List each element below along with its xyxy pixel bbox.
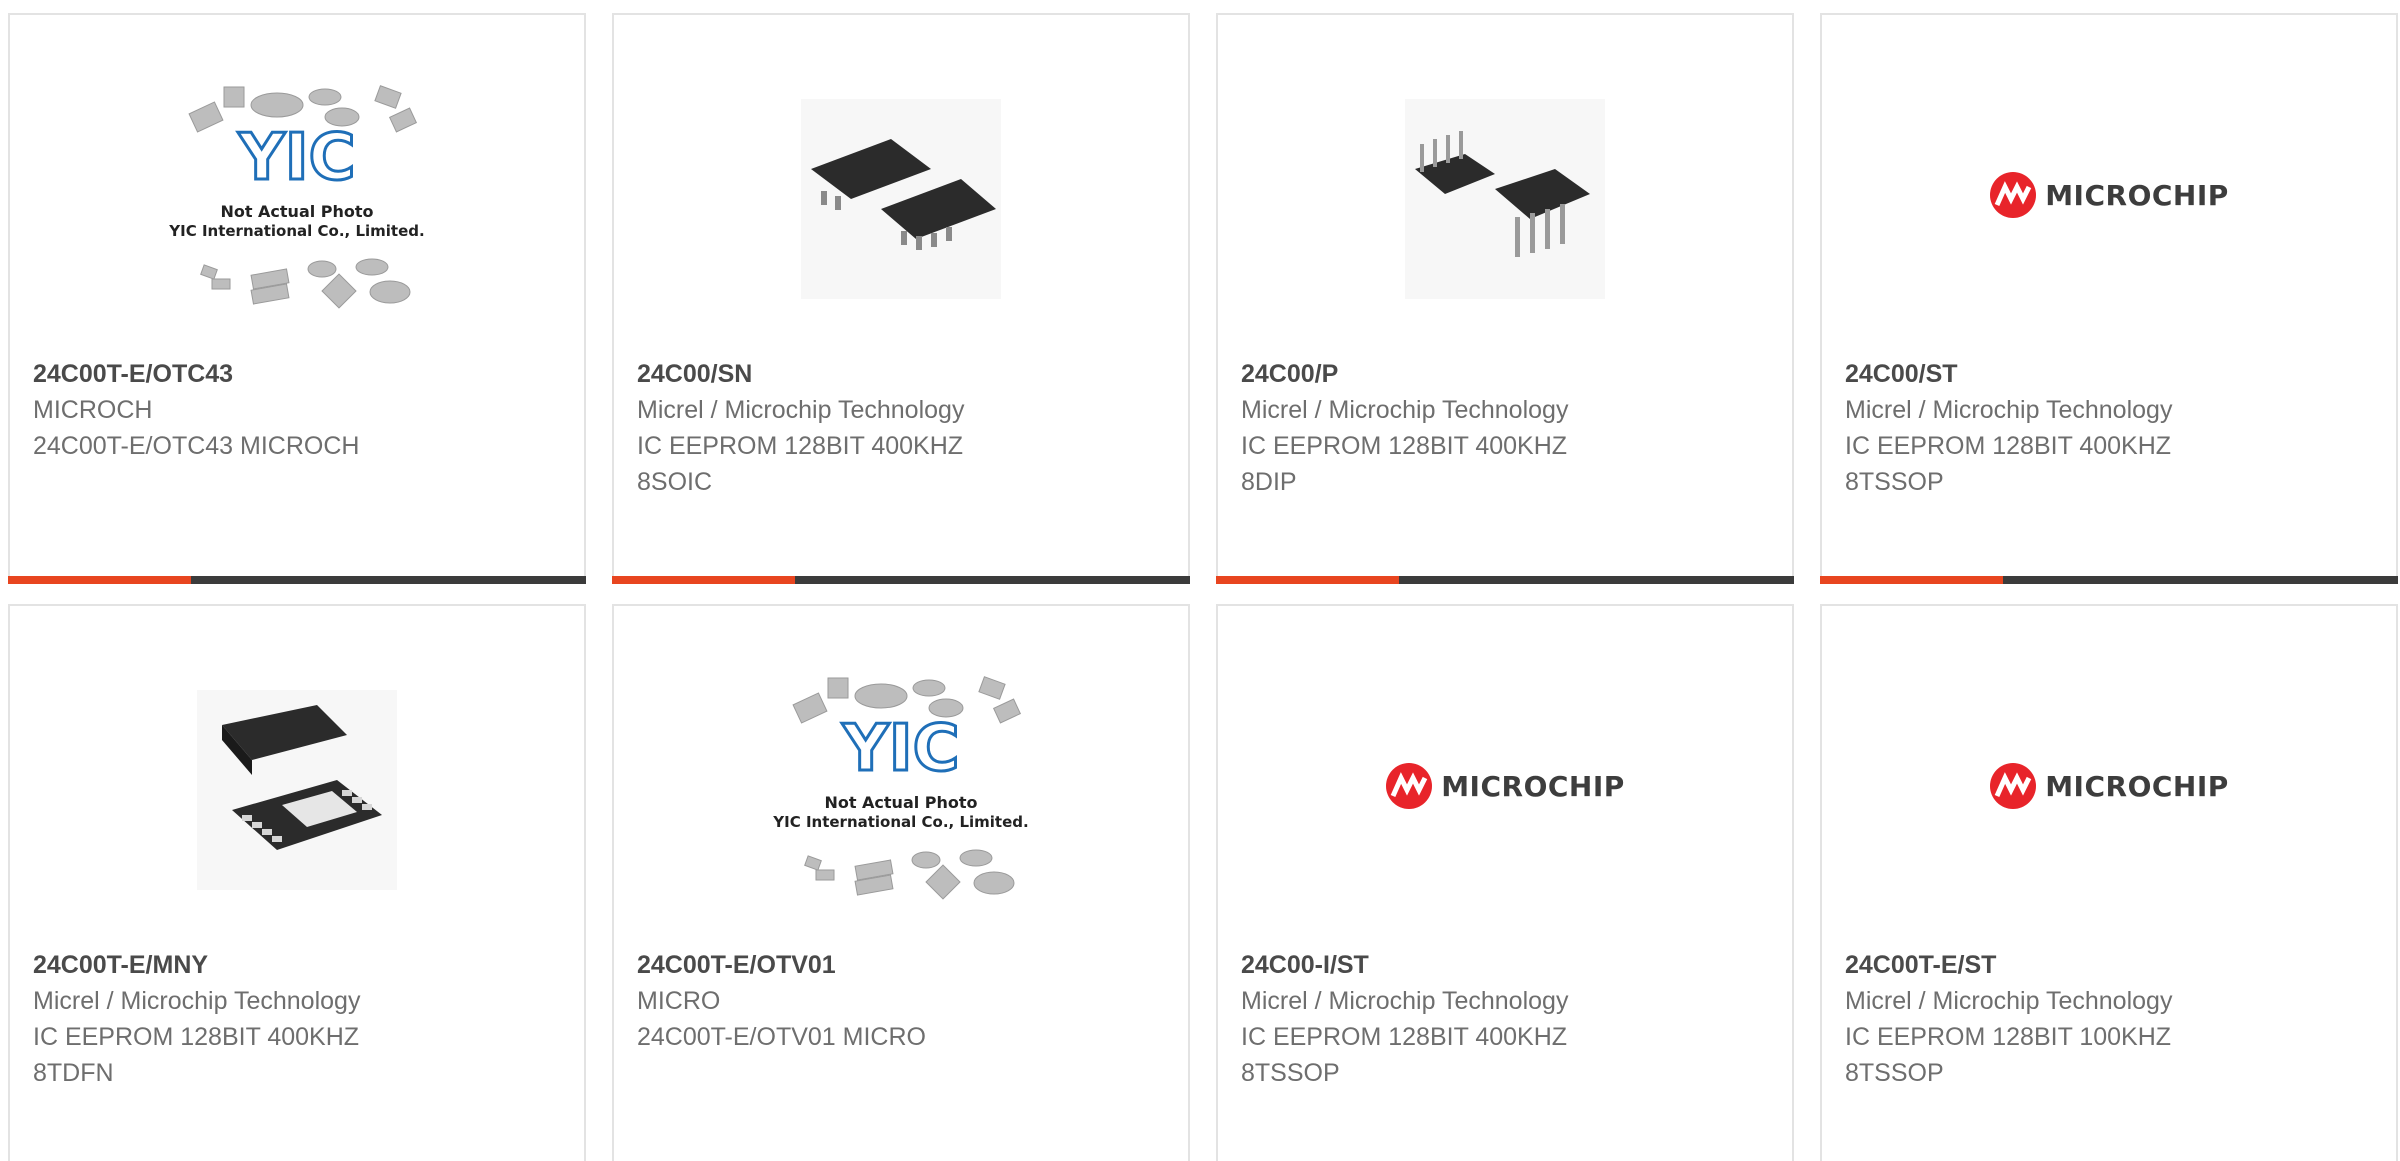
product-card[interactable]: MICROCHIP 24C00-I/ST Micrel / Microchip …	[1216, 604, 1794, 1161]
product-manufacturer: Micrel / Microchip Technology	[1845, 396, 2173, 424]
product-description: IC EEPROM 128BIT 400KHZ 8SOIC	[637, 432, 964, 496]
product-description: IC EEPROM 128BIT 100KHZ 8TSSOP	[1845, 1023, 2172, 1087]
svg-text:YIC: YIC	[841, 712, 959, 786]
soic-chip-photo	[801, 99, 1001, 299]
microchip-logo: MICROCHIP	[1989, 171, 2229, 219]
product-manufacturer: Micrel / Microchip Technology	[1241, 987, 1569, 1015]
svg-text:Not Actual Photo: Not Actual Photo	[824, 793, 977, 812]
product-image[interactable]: MICROCHIP	[1218, 658, 1792, 948]
soic-chip-icon	[811, 139, 996, 250]
svg-text:YIC International Co., Limited: YIC International Co., Limited.	[168, 222, 424, 240]
product-part-number[interactable]: 24C00/SN	[637, 356, 1178, 392]
card-accent-bar	[1820, 576, 2398, 584]
product-card[interactable]: 24C00/SN Micrel / Microchip Technology I…	[612, 13, 1190, 584]
product-part-number[interactable]: 24C00T-E/ST	[1845, 947, 2386, 983]
microchip-logo-icon	[1990, 172, 2037, 218]
product-image[interactable]: YIC Not Actual Photo YIC International C…	[10, 67, 584, 357]
product-manufacturer: MICROCH	[33, 396, 153, 424]
product-part-number[interactable]: 24C00T-E/OTV01	[637, 947, 1178, 983]
microchip-logo-text: MICROCHIP	[2045, 178, 2229, 212]
product-part-number[interactable]: 24C00T-E/OTC43	[33, 356, 574, 392]
product-card[interactable]: MICROCHIP 24C00T-E/ST Micrel / Microchip…	[1820, 604, 2398, 1161]
microchip-logo: MICROCHIP	[1989, 762, 2229, 810]
product-part-number[interactable]: 24C00T-E/MNY	[33, 947, 574, 983]
yic-placeholder-image: YIC Not Actual Photo YIC International C…	[766, 658, 1036, 908]
svg-text:YIC International Co., Limited: YIC International Co., Limited.	[772, 813, 1028, 831]
product-card[interactable]: 24C00/P Micrel / Microchip Technology IC…	[1216, 13, 1794, 584]
product-card[interactable]: YIC Not Actual Photo YIC International C…	[612, 604, 1190, 1161]
dip-chip-photo	[1405, 99, 1605, 299]
product-image[interactable]	[614, 67, 1188, 357]
product-image[interactable]	[1218, 67, 1792, 357]
product-image[interactable]	[10, 658, 584, 948]
product-image[interactable]: MICROCHIP	[1822, 67, 2396, 357]
svg-text:Not Actual Photo: Not Actual Photo	[220, 202, 373, 221]
product-image[interactable]: MICROCHIP	[1822, 658, 2396, 948]
tdfn-chip-photo	[197, 690, 397, 890]
card-accent-bar	[8, 576, 586, 584]
product-description: 24C00T-E/OTV01 MICRO	[637, 1023, 926, 1051]
product-manufacturer: Micrel / Microchip Technology	[1845, 987, 2173, 1015]
product-card[interactable]: YIC Not Actual Photo YIC International C…	[8, 13, 586, 584]
microchip-logo-text: MICROCHIP	[2045, 769, 2229, 803]
microchip-logo-text: MICROCHIP	[1441, 769, 1625, 803]
microchip-logo: MICROCHIP	[1385, 762, 1625, 810]
svg-text:YIC: YIC	[237, 121, 355, 195]
microchip-logo-icon	[1990, 763, 2037, 809]
product-manufacturer: Micrel / Microchip Technology	[1241, 396, 1569, 424]
chip-collage-icon: YIC Not Actual Photo YIC International C…	[772, 676, 1029, 900]
product-card[interactable]: 24C00T-E/MNY Micrel / Microchip Technolo…	[8, 604, 586, 1161]
product-card[interactable]: MICROCHIP 24C00/ST Micrel / Microchip Te…	[1820, 13, 2398, 584]
product-description: IC EEPROM 128BIT 400KHZ 8TDFN	[33, 1023, 360, 1087]
product-part-number[interactable]: 24C00-I/ST	[1241, 947, 1782, 983]
product-manufacturer: MICRO	[637, 987, 721, 1015]
product-description: IC EEPROM 128BIT 400KHZ 8TSSOP	[1241, 1023, 1568, 1087]
yic-placeholder-image: YIC Not Actual Photo YIC International C…	[162, 67, 432, 317]
product-part-number[interactable]: 24C00/ST	[1845, 356, 2386, 392]
microchip-logo-icon	[1386, 763, 1433, 809]
product-description: IC EEPROM 128BIT 400KHZ 8DIP	[1241, 432, 1568, 496]
product-grid: YIC Not Actual Photo YIC International C…	[0, 0, 2400, 1161]
product-description: IC EEPROM 128BIT 400KHZ 8TSSOP	[1845, 432, 2172, 496]
tdfn-chip-icon	[222, 705, 382, 850]
product-manufacturer: Micrel / Microchip Technology	[637, 396, 965, 424]
card-accent-bar	[612, 576, 1190, 584]
card-accent-bar	[1216, 576, 1794, 584]
product-image[interactable]: YIC Not Actual Photo YIC International C…	[614, 658, 1188, 948]
product-manufacturer: Micrel / Microchip Technology	[33, 987, 361, 1015]
chip-collage-icon: YIC Not Actual Photo YIC International C…	[168, 85, 425, 309]
product-part-number[interactable]: 24C00/P	[1241, 356, 1782, 392]
product-description: 24C00T-E/OTC43 MICROCH	[33, 432, 360, 460]
dip-chip-icon	[1415, 131, 1590, 257]
